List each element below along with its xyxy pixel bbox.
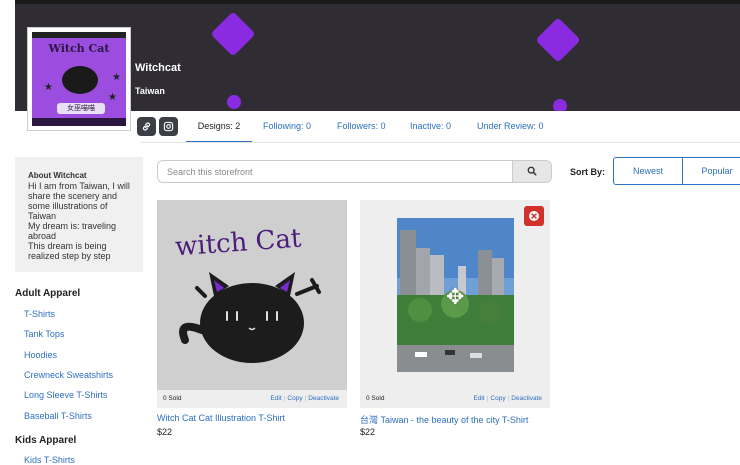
product-card[interactable]: witch Cat 0 Sold Edit | Copy | Deactivate (157, 200, 347, 408)
edit-link[interactable]: Edit (471, 395, 486, 402)
store-avatar: Witch Cat ★ ★ ★ 女巫喵喵 (28, 28, 130, 130)
product-actions: Edit | Copy | Deactivate (268, 395, 341, 402)
sidebar-item-hoodies[interactable]: Hoodies (24, 350, 57, 360)
tab-designs[interactable]: Designs: 2 (186, 111, 252, 143)
store-name: Witchcat (135, 62, 181, 74)
avatar-top-border (32, 32, 126, 38)
sidebar-item-baseball-t-shirts[interactable]: Baseball T-Shirts (24, 411, 92, 421)
banner-dot (227, 95, 241, 109)
banner-diamond (210, 11, 256, 57)
sold-count: 0 Sold (366, 395, 385, 402)
instagram-icon[interactable] (159, 117, 178, 136)
tabs-divider (140, 142, 740, 143)
sidebar-item-crewneck-sweatshirts[interactable]: Crewneck Sweatshirts (24, 370, 113, 380)
product-title[interactable]: Witch Cat Cat Illustration T-Shirt (157, 413, 285, 423)
about-line: This dream is being realized step by ste… (28, 241, 111, 261)
search-button[interactable] (512, 161, 551, 182)
about-panel: About Witchcat Hi I am from Taiwan, I wi… (15, 157, 143, 272)
tab-following[interactable]: Following: 0 (263, 111, 311, 143)
banner-top-strip (15, 0, 740, 4)
product-title[interactable]: 台灣 Taiwan - the beauty of the city T-Shi… (360, 413, 528, 426)
sort-newest-button[interactable]: Newest (613, 157, 683, 185)
product-image[interactable]: ✥ (360, 200, 550, 390)
avatar-artwork: Witch Cat ★ ★ ★ 女巫喵喵 (32, 32, 126, 126)
sidebar-item-t-shirts[interactable]: T-Shirts (24, 309, 55, 319)
product-price: $22 (360, 427, 376, 437)
copy-link[interactable]: Copy (285, 395, 304, 402)
remove-icon[interactable] (524, 206, 544, 226)
sidebar-item-tank-tops[interactable]: Tank Tops (24, 329, 64, 339)
link-icon[interactable] (137, 117, 156, 136)
avatar-title: Witch Cat (48, 42, 110, 55)
product-meta: 0 Sold Edit | Copy | Deactivate (360, 390, 550, 408)
move-icon[interactable]: ✥ (446, 284, 464, 310)
sidebar-item-long-sleeve-t-shirts[interactable]: Long Sleeve T-Shirts (24, 390, 107, 400)
product-card[interactable]: ✥ 0 Sold Edit | Copy | Deactivate (360, 200, 550, 408)
star-icon: ★ (112, 72, 121, 83)
storefront-search (157, 160, 552, 183)
tab-under-review[interactable]: Under Review: 0 (477, 111, 544, 143)
tab-inactive[interactable]: Inactive: 0 (410, 111, 451, 143)
store-location: Taiwan (135, 86, 165, 96)
star-icon: ★ (44, 82, 53, 93)
avatar-subtitle: 女巫喵喵 (57, 103, 105, 114)
category-heading-adult: Adult Apparel (15, 288, 81, 299)
star-icon: ★ (108, 92, 117, 103)
product-meta: 0 Sold Edit | Copy | Deactivate (157, 390, 347, 408)
avatar-bottom-border (32, 118, 126, 126)
copy-link[interactable]: Copy (488, 395, 507, 402)
search-input[interactable] (158, 161, 513, 182)
sort-by-label: Sort By: (570, 167, 606, 177)
cat-illustration (179, 272, 321, 363)
search-icon (527, 166, 537, 179)
product-image[interactable]: witch Cat (157, 200, 347, 390)
about-title: About Witchcat (28, 171, 87, 180)
product-price: $22 (157, 427, 173, 437)
sidebar-item-kids-t-shirts[interactable]: Kids T-Shirts (24, 455, 75, 465)
tab-followers[interactable]: Followers: 0 (337, 111, 386, 143)
about-line: Hi I am from Taiwan, I will share the sc… (28, 181, 130, 221)
edit-link[interactable]: Edit (268, 395, 283, 402)
about-line: My dream is: traveling abroad (28, 221, 117, 241)
sort-popular-button[interactable]: Popular (682, 157, 740, 185)
cat-illustration (62, 66, 98, 94)
product-actions: Edit | Copy | Deactivate (471, 395, 544, 402)
sold-count: 0 Sold (163, 395, 182, 402)
category-heading-kids: Kids Apparel (15, 435, 77, 446)
banner-dot (553, 99, 567, 111)
banner-diamond (535, 17, 581, 63)
deactivate-link[interactable]: Deactivate (306, 395, 341, 402)
deactivate-link[interactable]: Deactivate (509, 395, 544, 402)
